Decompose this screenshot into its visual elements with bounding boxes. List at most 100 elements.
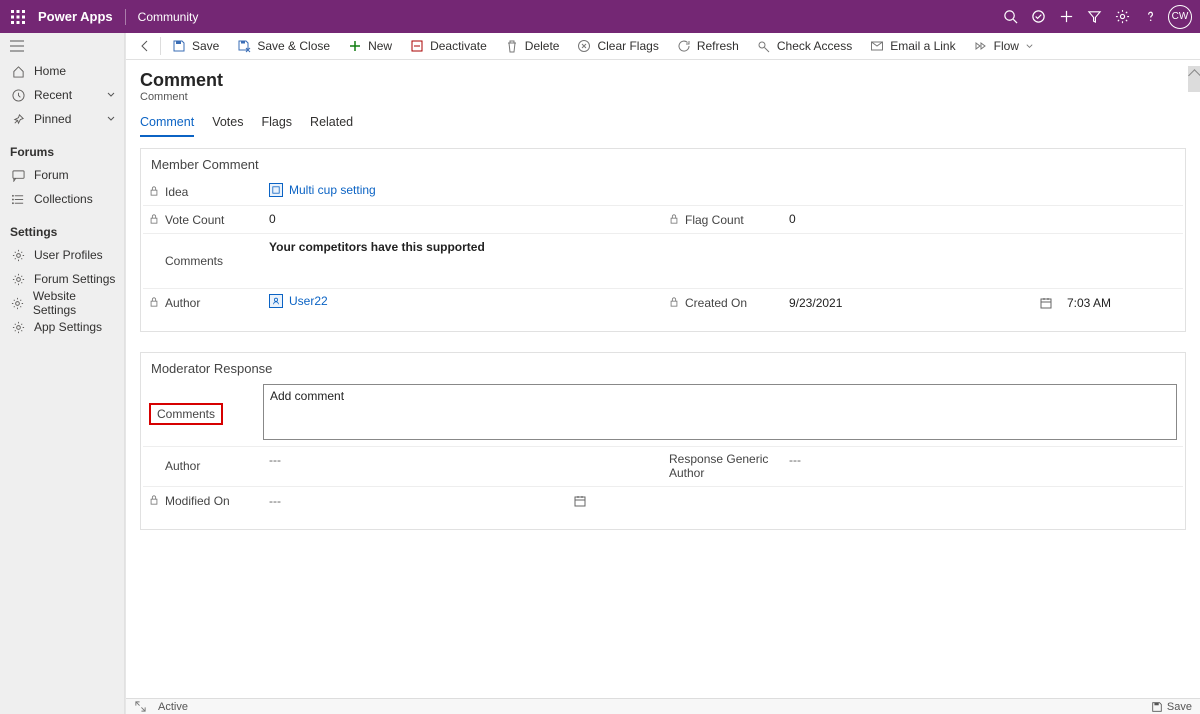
back-button[interactable] bbox=[132, 39, 158, 53]
help-icon[interactable] bbox=[1136, 3, 1164, 31]
sidebar-item-forum-settings[interactable]: Forum Settings bbox=[0, 267, 124, 291]
sidebar-item-pinned[interactable]: Pinned bbox=[0, 107, 124, 131]
record-status: Active bbox=[158, 701, 188, 713]
sidebar-item-label: Collections bbox=[34, 192, 93, 206]
sidebar-section-settings: Settings bbox=[0, 219, 124, 243]
mail-icon bbox=[870, 39, 884, 53]
record-icon bbox=[269, 294, 283, 308]
sidebar-section-forums: Forums bbox=[0, 139, 124, 163]
sidebar-item-website-settings[interactable]: Website Settings bbox=[0, 291, 124, 315]
cmd-label: Delete bbox=[525, 39, 560, 53]
home-icon bbox=[10, 63, 26, 79]
field-value-vote-count: 0 bbox=[263, 206, 663, 233]
environment-name[interactable]: Community bbox=[126, 10, 199, 24]
entity-name: Comment bbox=[140, 91, 1200, 103]
field-row-modified-on: Modified On --- bbox=[143, 487, 1183, 515]
save-close-icon bbox=[237, 39, 251, 53]
target-icon[interactable] bbox=[1024, 3, 1052, 31]
plus-icon[interactable] bbox=[1052, 3, 1080, 31]
field-value-idea[interactable]: Multi cup setting bbox=[263, 178, 1183, 205]
field-label: Response Generic Author bbox=[663, 447, 783, 486]
app-name: Power Apps bbox=[38, 9, 126, 25]
field-row-mod-author: Author --- Response Generic Author --- bbox=[143, 447, 1183, 487]
field-value-flag-count: 0 bbox=[783, 206, 1183, 233]
footer-save-button[interactable]: Save bbox=[1151, 701, 1192, 713]
clear-flags-button[interactable]: Clear Flags bbox=[568, 33, 667, 60]
field-value-resp-generic[interactable]: --- bbox=[783, 447, 1183, 486]
field-label: Idea bbox=[143, 178, 263, 205]
settings-gear-icon[interactable] bbox=[1108, 3, 1136, 31]
sidebar-item-label: Recent bbox=[34, 88, 72, 102]
gear-icon bbox=[10, 319, 26, 335]
clock-icon bbox=[10, 87, 26, 103]
field-row-comments: Comments Your competitors have this supp… bbox=[143, 234, 1183, 289]
search-icon[interactable] bbox=[996, 3, 1024, 31]
cmd-label: Refresh bbox=[697, 39, 739, 53]
idea-link[interactable]: Multi cup setting bbox=[269, 183, 376, 197]
pin-icon bbox=[10, 111, 26, 127]
expand-icon[interactable] bbox=[134, 700, 148, 714]
tab-related[interactable]: Related bbox=[310, 115, 353, 137]
sidebar-item-forum[interactable]: Forum bbox=[0, 163, 124, 187]
cmd-label: New bbox=[368, 39, 392, 53]
author-link[interactable]: User22 bbox=[269, 294, 328, 308]
flow-button[interactable]: Flow bbox=[965, 33, 1043, 60]
chevron-down-icon bbox=[1025, 42, 1034, 51]
sidebar-item-label: Forum Settings bbox=[34, 272, 115, 286]
panel-title: Moderator Response bbox=[143, 361, 1183, 382]
deactivate-icon bbox=[410, 39, 424, 53]
sidebar-toggle[interactable] bbox=[0, 33, 124, 59]
plus-icon bbox=[348, 39, 362, 53]
save-close-button[interactable]: Save & Close bbox=[228, 33, 339, 60]
filter-icon[interactable] bbox=[1080, 3, 1108, 31]
record-header: Comment Comment bbox=[126, 60, 1200, 103]
sidebar-item-app-settings[interactable]: App Settings bbox=[0, 315, 124, 339]
deactivate-button[interactable]: Deactivate bbox=[401, 33, 496, 60]
field-label: Comments bbox=[143, 234, 263, 288]
created-on-time: 7:03 AM bbox=[1067, 296, 1177, 310]
field-value-comments[interactable]: Your competitors have this supported bbox=[263, 234, 1183, 288]
field-row-counts: Vote Count 0 Flag Count 0 bbox=[143, 206, 1183, 234]
save-button[interactable]: Save bbox=[163, 33, 228, 60]
refresh-icon bbox=[677, 39, 691, 53]
sidebar-item-home[interactable]: Home bbox=[0, 59, 124, 83]
trash-icon bbox=[505, 39, 519, 53]
sidebar-item-user-profiles[interactable]: User Profiles bbox=[0, 243, 124, 267]
chat-icon bbox=[10, 167, 26, 183]
user-avatar[interactable]: CW bbox=[1168, 5, 1192, 29]
calendar-icon bbox=[1039, 296, 1053, 310]
main-area: Save Save & Close New Deactivate Delete … bbox=[125, 33, 1200, 714]
flow-icon bbox=[974, 39, 988, 53]
field-value-created-on: 9/23/2021 7:03 AM bbox=[783, 289, 1183, 317]
clear-icon bbox=[577, 39, 591, 53]
field-value-mod-author[interactable]: --- bbox=[263, 447, 663, 486]
sidebar-item-label: App Settings bbox=[34, 320, 102, 334]
refresh-button[interactable]: Refresh bbox=[668, 33, 748, 60]
tab-comment[interactable]: Comment bbox=[140, 115, 194, 137]
scrollbar-up-icon[interactable] bbox=[1188, 66, 1200, 92]
field-value-author[interactable]: User22 bbox=[263, 289, 663, 317]
app-topbar: Power Apps Community CW bbox=[0, 0, 1200, 33]
highlight-box: Comments bbox=[149, 403, 223, 425]
email-link-button[interactable]: Email a Link bbox=[861, 33, 964, 60]
sidebar-item-label: User Profiles bbox=[34, 248, 103, 262]
tab-votes[interactable]: Votes bbox=[212, 115, 243, 137]
form-tabs: Comment Votes Flags Related bbox=[126, 115, 1200, 138]
page-title: Comment bbox=[140, 70, 1200, 91]
app-launcher-icon[interactable] bbox=[8, 7, 28, 27]
sidebar-item-collections[interactable]: Collections bbox=[0, 187, 124, 211]
cmd-label: Save bbox=[192, 39, 219, 53]
lock-icon bbox=[149, 214, 161, 226]
panel-member-comment: Member Comment Idea Multi cup setting bbox=[140, 148, 1186, 332]
sidebar-item-recent[interactable]: Recent bbox=[0, 83, 124, 107]
moderator-comment-input[interactable] bbox=[263, 384, 1177, 440]
new-button[interactable]: New bbox=[339, 33, 401, 60]
sidebar-item-label: Website Settings bbox=[33, 289, 116, 317]
cmd-label: Clear Flags bbox=[597, 39, 658, 53]
key-icon bbox=[757, 39, 771, 53]
tab-flags[interactable]: Flags bbox=[261, 115, 292, 137]
delete-button[interactable]: Delete bbox=[496, 33, 569, 60]
save-icon bbox=[172, 39, 186, 53]
check-access-button[interactable]: Check Access bbox=[748, 33, 861, 60]
form-content: Member Comment Idea Multi cup setting bbox=[126, 138, 1200, 698]
